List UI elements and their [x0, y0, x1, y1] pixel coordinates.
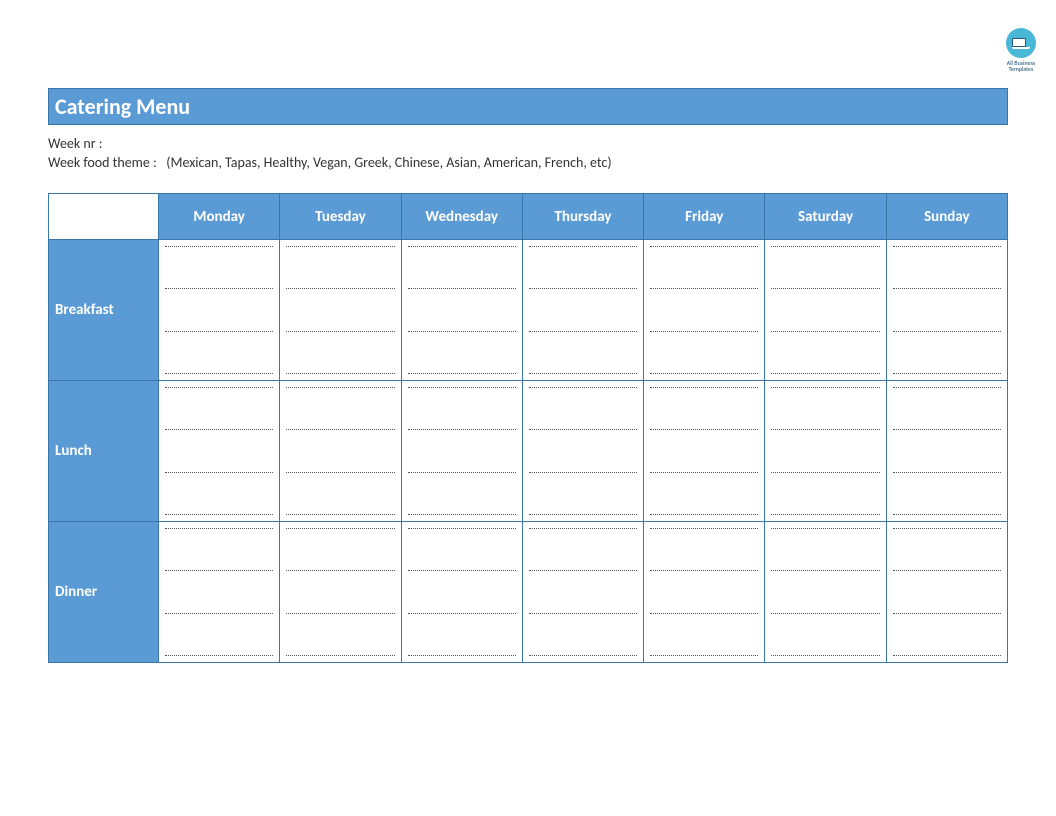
cell-dinner-tuesday[interactable]	[280, 522, 401, 663]
cell-breakfast-monday[interactable]	[159, 240, 280, 381]
cell-breakfast-tuesday[interactable]	[280, 240, 401, 381]
col-sunday: Sunday	[886, 194, 1007, 240]
row-lunch: Lunch	[49, 381, 159, 522]
page-title: Catering Menu	[55, 93, 190, 120]
cell-lunch-sunday[interactable]	[886, 381, 1007, 522]
menu-table: Monday Tuesday Wednesday Thursday Friday…	[48, 193, 1008, 663]
col-thursday: Thursday	[522, 194, 643, 240]
cell-breakfast-saturday[interactable]	[765, 240, 886, 381]
col-saturday: Saturday	[765, 194, 886, 240]
cell-dinner-wednesday[interactable]	[401, 522, 522, 663]
col-tuesday: Tuesday	[280, 194, 401, 240]
laptop-icon	[1006, 28, 1036, 58]
theme-label: Week food theme :	[48, 154, 157, 171]
cell-dinner-saturday[interactable]	[765, 522, 886, 663]
col-monday: Monday	[159, 194, 280, 240]
page-title-bar: Catering Menu	[48, 88, 1008, 125]
week-nr-label: Week nr :	[48, 135, 103, 152]
cell-lunch-saturday[interactable]	[765, 381, 886, 522]
cell-dinner-monday[interactable]	[159, 522, 280, 663]
brand-logo: All Business Templates	[1006, 28, 1036, 72]
cell-breakfast-thursday[interactable]	[522, 240, 643, 381]
col-friday: Friday	[644, 194, 765, 240]
cell-dinner-friday[interactable]	[644, 522, 765, 663]
table-corner	[49, 194, 159, 240]
theme-value: (Mexican, Tapas, Healthy, Vegan, Greek, …	[166, 154, 611, 171]
cell-lunch-monday[interactable]	[159, 381, 280, 522]
brand-text-line2: Templates	[1006, 66, 1036, 72]
cell-breakfast-wednesday[interactable]	[401, 240, 522, 381]
cell-dinner-sunday[interactable]	[886, 522, 1007, 663]
meta-block: Week nr : Week food theme : (Mexican, Ta…	[48, 135, 1008, 171]
col-wednesday: Wednesday	[401, 194, 522, 240]
cell-dinner-thursday[interactable]	[522, 522, 643, 663]
cell-lunch-wednesday[interactable]	[401, 381, 522, 522]
row-dinner: Dinner	[49, 522, 159, 663]
cell-breakfast-friday[interactable]	[644, 240, 765, 381]
row-breakfast: Breakfast	[49, 240, 159, 381]
cell-lunch-thursday[interactable]	[522, 381, 643, 522]
cell-lunch-tuesday[interactable]	[280, 381, 401, 522]
cell-breakfast-sunday[interactable]	[886, 240, 1007, 381]
cell-lunch-friday[interactable]	[644, 381, 765, 522]
